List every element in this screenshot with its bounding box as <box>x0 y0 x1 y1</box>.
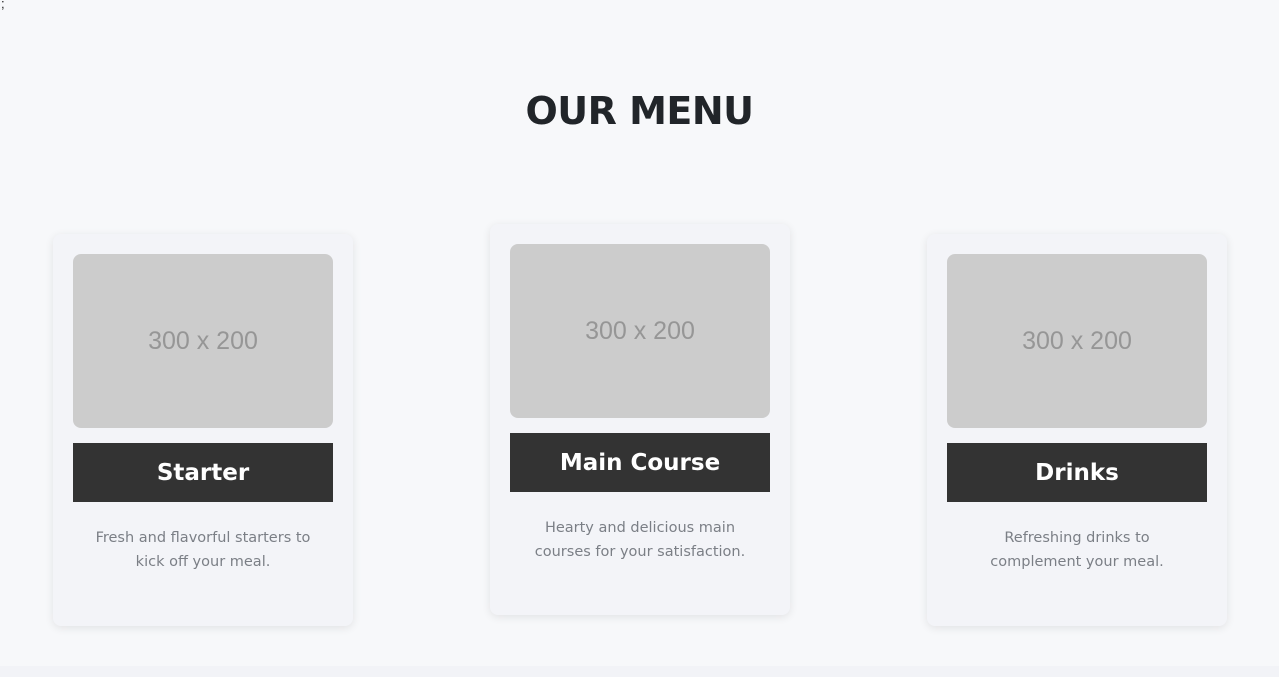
stray-text: ; <box>1 0 5 11</box>
card-description: Hearty and delicious main courses for yo… <box>534 520 746 560</box>
page-title: OUR MENU <box>525 89 754 133</box>
card-label-text: Starter <box>156 459 250 486</box>
footer-strip <box>0 666 1279 677</box>
image-placeholder-text: 300 x 200 <box>148 326 258 355</box>
menu-card-drinks[interactable]: 300 x 200 Drinks Refreshing drinks to co… <box>927 234 1227 626</box>
menu-card-main-course[interactable]: 300 x 200 Main Course Hearty and delicio… <box>490 224 790 615</box>
image-placeholder-text: 300 x 200 <box>585 316 695 345</box>
card-label-text: Drinks <box>1035 459 1119 486</box>
card-label-button[interactable]: Main Course <box>510 433 770 492</box>
card-label-text: Main Course <box>559 449 721 476</box>
card-label-button[interactable]: Starter <box>73 443 333 502</box>
card-label-button[interactable]: Drinks <box>947 443 1207 502</box>
card-image-placeholder: 300 x 200 <box>73 254 333 428</box>
card-description: Fresh and flavorful starters to kick off… <box>95 530 311 570</box>
card-image-placeholder: 300 x 200 <box>947 254 1207 428</box>
card-description: Refreshing drinks to complement your mea… <box>990 530 1164 570</box>
card-image-placeholder: 300 x 200 <box>510 244 770 418</box>
menu-card-starter[interactable]: 300 x 200 Starter Fresh and flavorful st… <box>53 234 353 626</box>
image-placeholder-text: 300 x 200 <box>1022 326 1132 355</box>
